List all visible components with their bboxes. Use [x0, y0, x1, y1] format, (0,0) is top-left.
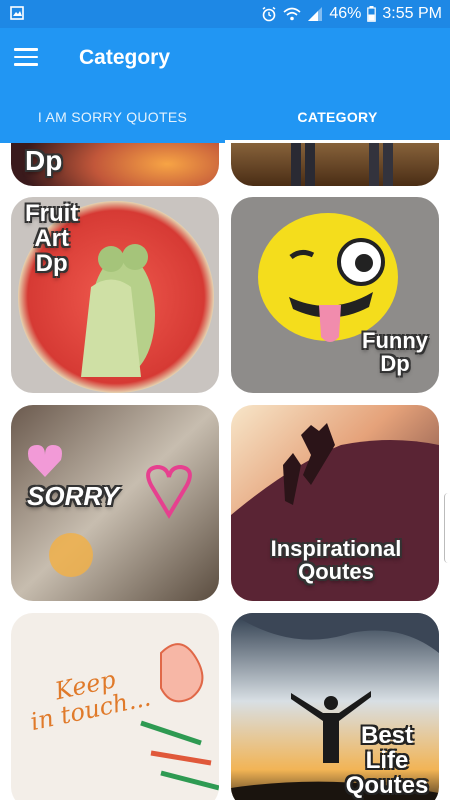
app-bar: Category	[0, 28, 450, 90]
battery-percent: 46%	[329, 5, 362, 22]
category-grid[interactable]: Dp Fruit Art Dp Funny Dp SORRY Inspirati…	[0, 143, 450, 800]
status-bar: 46% 3:55 PM	[0, 0, 450, 28]
signal-icon	[308, 7, 323, 21]
image-icon	[10, 6, 24, 20]
card-sorry[interactable]: SORRY	[11, 405, 219, 601]
card-partial-couple[interactable]	[231, 143, 439, 186]
card-image	[231, 143, 439, 186]
tab-bar: I AM SORRY QUOTES CATEGORY	[0, 90, 450, 143]
card-label: Best Life Qoutes	[345, 722, 429, 800]
card-label: Funny Dp	[362, 328, 428, 377]
clock: 3:55 PM	[382, 5, 442, 22]
card-label: Inspirational Qoutes	[270, 536, 402, 585]
alarm-icon	[262, 6, 276, 22]
card-funny-dp[interactable]: Funny Dp	[231, 197, 439, 393]
card-keep-in-touch[interactable]: Keep in touch...	[11, 613, 219, 800]
card-label: Fruit Art Dp	[25, 200, 79, 278]
card-best-life-qoutes[interactable]: Best Life Qoutes	[231, 613, 439, 800]
wifi-icon	[283, 7, 301, 21]
battery-icon	[367, 6, 377, 22]
card-fruit-art-dp[interactable]: Fruit Art Dp	[11, 197, 219, 393]
scroll-edge	[444, 493, 450, 563]
page-title: Category	[79, 46, 171, 69]
card-inspirational-qoutes[interactable]: Inspirational Qoutes	[231, 405, 439, 601]
tab-category[interactable]: CATEGORY	[225, 90, 450, 143]
tab-i-am-sorry-quotes[interactable]: I AM SORRY QUOTES	[0, 90, 225, 143]
hamburger-menu-icon[interactable]	[14, 48, 38, 68]
card-label: SORRY	[27, 481, 119, 511]
card-label: Dp	[25, 145, 63, 176]
card-partial-dp[interactable]: Dp	[11, 143, 219, 186]
